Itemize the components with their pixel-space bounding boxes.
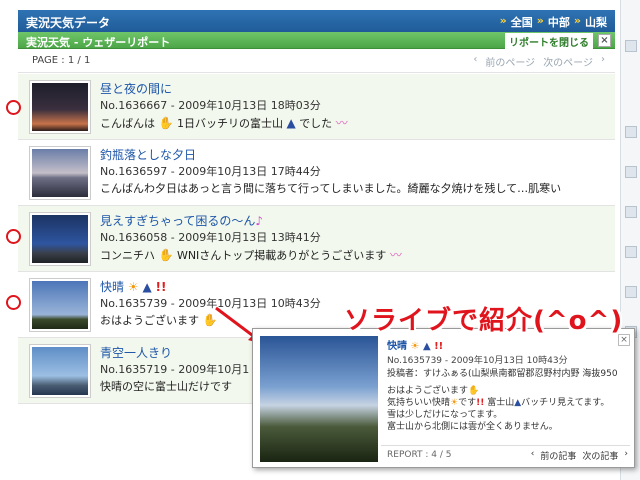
breadcrumb-separator: » <box>536 14 544 27</box>
report-title-text: 見えすぎちゃって困るの～ん <box>100 214 256 228</box>
popup-body: おはようございます✋ 気持ちいい快晴☀です!! 富士山▲バッチリ見えてます。 雪… <box>387 385 609 433</box>
prev-article-link[interactable]: 前の記事 <box>540 449 576 462</box>
mountain-icon: ▲ <box>422 341 431 352</box>
report-title[interactable]: 快晴 ☀ ▲ !! <box>100 278 166 295</box>
report-body: おはようございます ✋ <box>100 312 217 328</box>
exclamation-icon: !! <box>434 341 444 352</box>
report-meta: No.1636058 - 2009年10月13日 13時41分 <box>100 231 321 244</box>
hand-icon: ✋ <box>158 116 174 130</box>
report-meta: No.1635719 - 2009年10月1 <box>100 363 250 376</box>
page-indicator: PAGE : 1 / 1 <box>32 55 91 66</box>
popup-line: 雪は少しだけになってます。 <box>387 410 503 420</box>
sidebar-box[interactable] <box>625 246 637 258</box>
mountain-icon: ▲ <box>142 280 152 294</box>
annotation-circle <box>6 100 21 115</box>
close-report-link[interactable]: リポートを閉じる <box>505 33 593 50</box>
hand-icon: ✋ <box>468 386 480 396</box>
popup-photo[interactable] <box>260 336 378 462</box>
hand-icon: ✋ <box>158 248 174 262</box>
sidebar-box[interactable] <box>625 40 637 52</box>
pager: PAGE : 1 / 1 ‹ 前のページ 次のページ › <box>18 49 615 73</box>
popup-meta: No.1635739 - 2009年10月13日 10時43分 <box>387 356 568 366</box>
breadcrumb-chubu[interactable]: 中部 <box>548 14 570 30</box>
lips-icon: 〰 <box>335 116 348 130</box>
report-body: 快晴の空に富士山だけです <box>100 380 232 393</box>
popup-nav: ‹ 前の記事 次の記事 › <box>531 449 628 462</box>
chevron-left-icon: ‹ <box>473 54 478 65</box>
popup-footer: REPORT : 4 / 5 ‹ 前の記事 次の記事 › <box>381 445 630 463</box>
sidebar-box[interactable] <box>625 126 637 138</box>
sidebar-box[interactable] <box>625 206 637 218</box>
chevron-right-icon: › <box>601 54 605 65</box>
report-title[interactable]: 昼と夜の間に <box>100 80 172 97</box>
report-thumbnail[interactable] <box>30 213 90 265</box>
report-title[interactable]: 見えすぎちゃって困るの～ん♪ <box>100 212 263 229</box>
annotation-circle <box>6 295 21 310</box>
sun-icon: ☀ <box>450 398 459 408</box>
breadcrumb-separator: » <box>499 14 507 27</box>
report-title-text: 快晴 <box>100 280 125 294</box>
exclamation-icon: !! <box>476 398 485 408</box>
popup-report-count: REPORT : 4 / 5 <box>387 450 452 460</box>
popup-line: 富士山から北側には雲が全くありません。 <box>387 422 558 432</box>
report-body-text: でした <box>299 117 333 130</box>
report-popup: 快晴 ☀ ▲ !! × No.1635739 - 2009年10月13日 10時… <box>252 328 635 468</box>
popup-title: 快晴 ☀ ▲ !! <box>387 337 443 352</box>
page-title: 実況天気データ <box>26 16 111 30</box>
annotation-text: ソライブで紹介(^o^) <box>344 306 624 336</box>
report-title[interactable]: 青空一人きり <box>100 344 172 361</box>
report-meta: No.1636597 - 2009年10月13日 17時44分 <box>100 165 321 178</box>
report-thumbnail[interactable] <box>30 345 90 397</box>
report-body: コンニチハ ✋ WNIさんトップ掲載ありがとうございます 〰 <box>100 246 402 263</box>
report-item: 昼と夜の間に No.1636667 - 2009年10月13日 18時03分 こ… <box>18 74 615 140</box>
report-body: こんばんは ✋ 1日バッチリの富士山 ▲ でした 〰 <box>100 114 348 131</box>
popup-title-text: 快晴 <box>387 341 407 352</box>
report-body-text: 1日バッチリの富士山 <box>176 117 283 130</box>
annotation-circle <box>6 229 21 244</box>
report-body-text: こんばんは <box>100 117 155 130</box>
report-subbar: 実況天気 - ウェザーリポート リポートを閉じる × <box>18 32 615 50</box>
breadcrumb-zenkoku[interactable]: 全国 <box>511 14 533 30</box>
popup-line: 富士山 <box>487 398 515 408</box>
report-body: こんばんわ夕日はあっと言う間に落ちて行ってしまいました。綺麗な夕焼けを残して…肌… <box>100 182 562 195</box>
page-nav: ‹ 前のページ 次のページ › <box>473 54 605 69</box>
mountain-icon: ▲ <box>286 116 296 130</box>
breadcrumb-yamanashi[interactable]: 山梨 <box>585 14 607 30</box>
report-subbar-title: 実況天気 - ウェザーリポート <box>26 36 171 49</box>
report-body-text: コンニチハ <box>100 249 155 262</box>
sidebar-box[interactable] <box>625 286 637 298</box>
breadcrumb-separator: » <box>573 14 581 27</box>
next-article-link[interactable]: 次の記事 <box>582 449 618 462</box>
breadcrumb: » 全国 » 中部 » 山梨 <box>500 14 607 30</box>
sidebar-box[interactable] <box>625 166 637 178</box>
prev-page-link[interactable]: 前のページ <box>485 54 535 69</box>
sun-icon: ☀ <box>410 341 420 352</box>
report-body-text: おはようございます <box>100 314 199 327</box>
report-body-text: WNIさんトップ掲載ありがとうございます <box>176 249 387 262</box>
report-title[interactable]: 釣瓶落としな夕日 <box>100 146 196 163</box>
chevron-right-icon: › <box>624 449 628 459</box>
lips-icon: 〰 <box>389 248 402 262</box>
next-page-link[interactable]: 次のページ <box>543 54 593 69</box>
report-item: 見えすぎちゃって困るの～ん♪ No.1636058 - 2009年10月13日 … <box>18 206 615 272</box>
chevron-left-icon: ‹ <box>530 449 535 459</box>
popup-line: 気持ちいい快晴 <box>387 398 451 408</box>
section-header: 実況天気データ » 全国 » 中部 » 山梨 <box>18 10 615 32</box>
sun-icon: ☀ <box>127 280 139 294</box>
popup-line: バッチリ見えてます。 <box>521 398 610 408</box>
popup-line: おはようございます <box>387 386 469 396</box>
popup-line: です <box>458 398 477 408</box>
music-note-icon: ♪ <box>255 214 264 228</box>
report-thumbnail[interactable] <box>30 147 90 199</box>
popup-author: 投稿者：すけふぁる(山梨県南都留郡忍野村内野 海抜950 <box>387 369 618 379</box>
exclamation-icon: !! <box>155 280 167 294</box>
report-thumbnail[interactable] <box>30 81 90 133</box>
report-item: 釣瓶落としな夕日 No.1636597 - 2009年10月13日 17時44分… <box>18 140 615 206</box>
report-meta: No.1636667 - 2009年10月13日 18時03分 <box>100 99 321 112</box>
report-thumbnail[interactable] <box>30 279 90 331</box>
close-icon[interactable]: × <box>598 34 611 47</box>
